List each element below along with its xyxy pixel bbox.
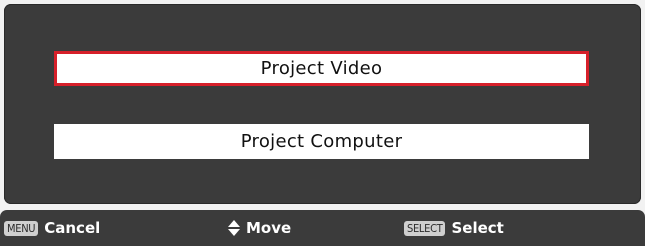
up-down-arrows-icon [228,220,240,236]
select-label: Select [451,219,504,237]
osd-screen: Project Video Project Computer MENU Canc… [0,0,645,246]
select-hint: SELECT Select [404,210,504,246]
move-hint: Move [227,210,291,246]
menu-key-icon: MENU [4,220,39,236]
option-project-video[interactable]: Project Video [54,51,589,86]
move-label: Move [246,219,292,237]
option-project-computer[interactable]: Project Computer [54,124,589,159]
key-hint-bar: MENU Cancel Move SELECT Select [0,210,645,246]
option-label: Project Video [260,58,383,79]
cancel-hint: MENU Cancel [4,210,100,246]
menu-panel: Project Video Project Computer [4,4,641,204]
select-key-icon: SELECT [404,220,446,236]
cancel-label: Cancel [44,219,101,237]
option-label: Project Computer [240,131,403,152]
